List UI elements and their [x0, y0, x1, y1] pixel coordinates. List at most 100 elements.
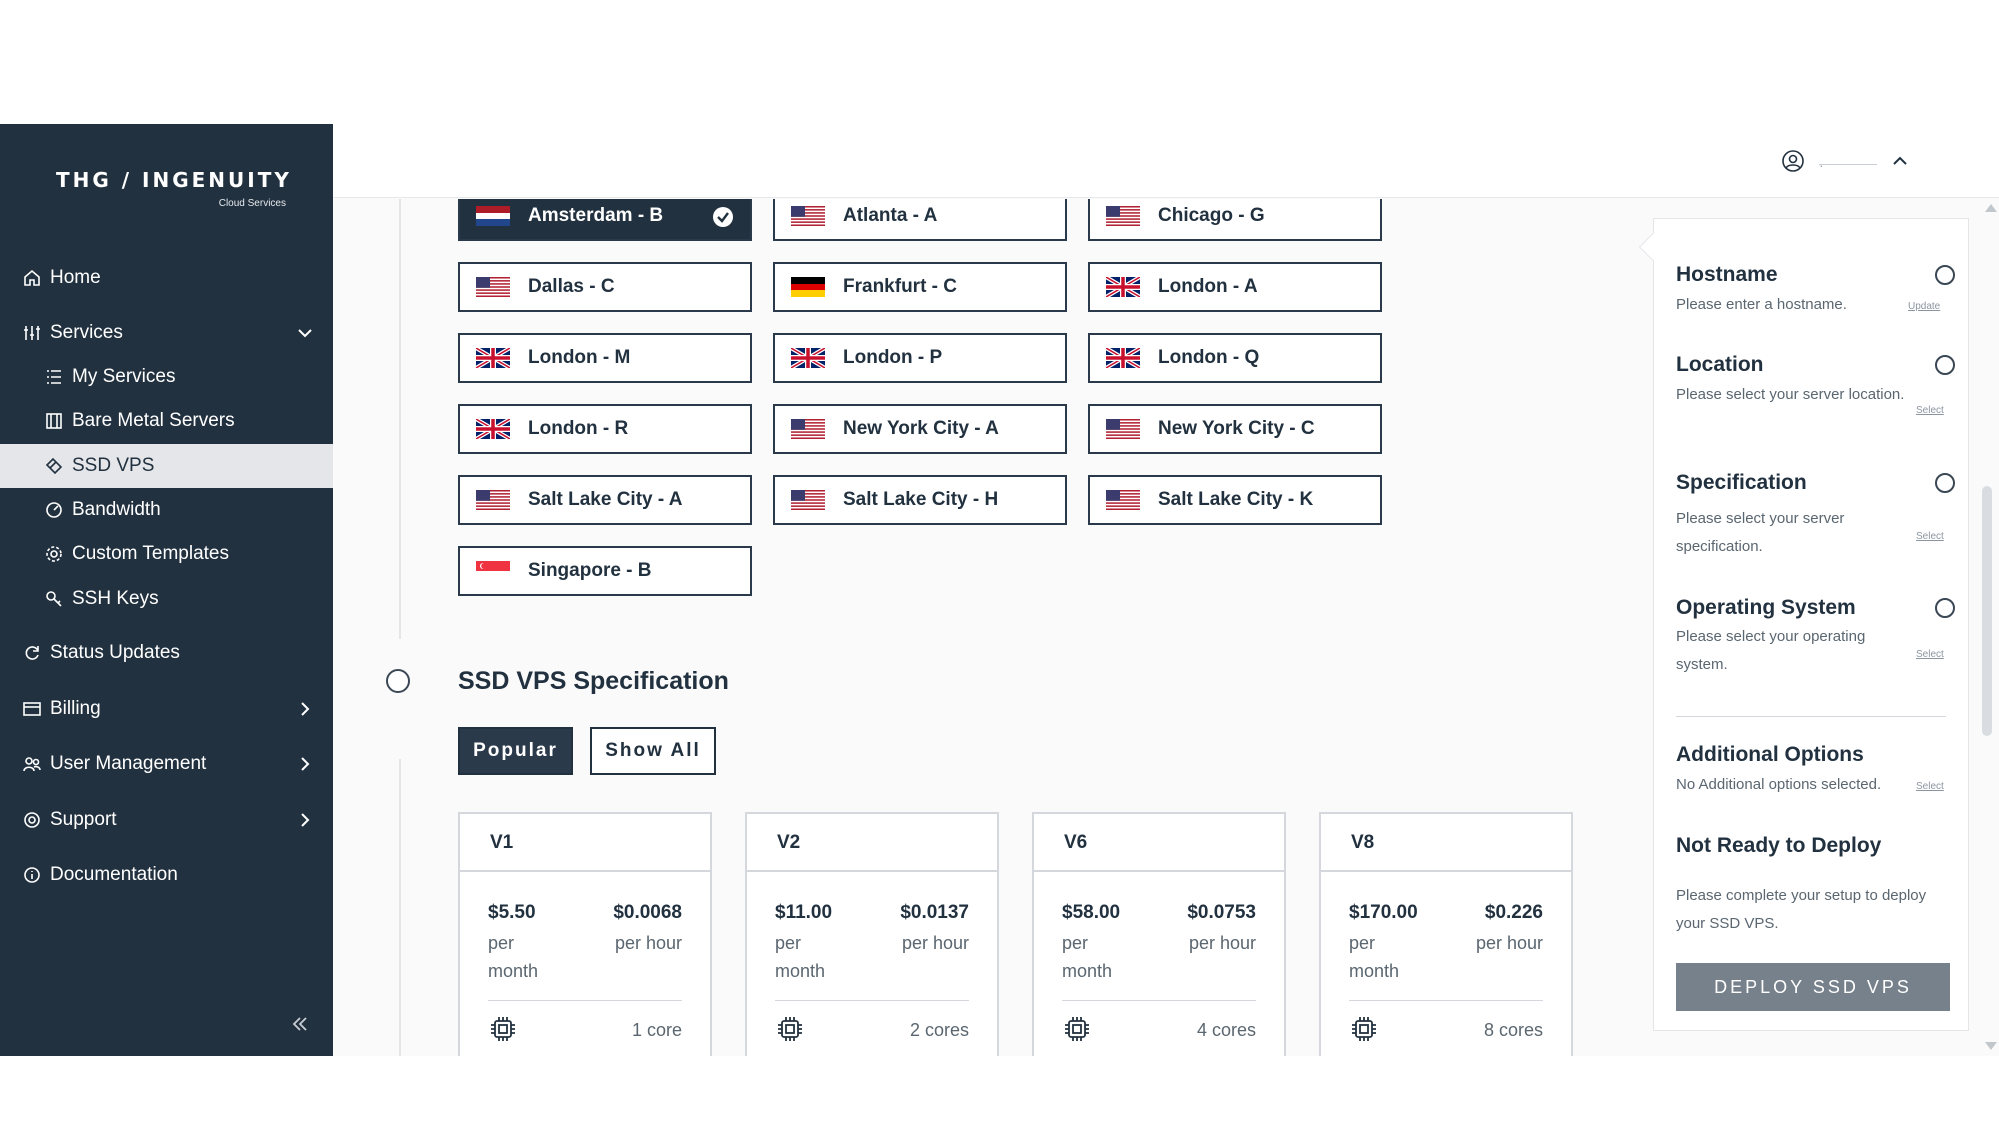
location-option[interactable]: Chicago - G — [1088, 199, 1382, 241]
panel-notch — [1638, 232, 1668, 262]
deploy-status-desc: Please complete your setup to deploy you… — [1676, 887, 1927, 932]
location-option[interactable]: Salt Lake City - A — [458, 475, 752, 525]
location-option[interactable]: London - Q — [1088, 333, 1382, 383]
location-label: London - M — [528, 347, 631, 368]
sidebar-item-billing[interactable]: Billing — [0, 687, 333, 731]
sidebar-item-label: Status Updates — [50, 642, 180, 663]
specification-select-link[interactable]: Select — [1916, 531, 1944, 542]
scroll-down-arrow[interactable] — [1985, 1042, 1997, 1050]
location-option[interactable]: Frankfurt - C — [773, 262, 1067, 312]
flag-nl-icon — [476, 206, 510, 226]
location-label: Atlanta - A — [843, 205, 938, 226]
location-option[interactable]: Singapore - B — [458, 546, 752, 596]
plan-hourly-price: $0.226 — [1484, 902, 1543, 923]
location-option[interactable]: Dallas - C — [458, 262, 752, 312]
sidebar: THG / INGENUITY Cloud Services Home Serv… — [0, 124, 333, 1056]
location-option[interactable]: London - M — [458, 333, 752, 383]
plan-monthly-price: $11.00 — [775, 902, 833, 923]
plan-monthly-unit-line2: month — [775, 961, 826, 981]
sidebar-item-label: Bandwidth — [72, 499, 161, 520]
scroll-thumb[interactable] — [1982, 486, 1992, 736]
sidebar-item-label: SSH Keys — [72, 588, 159, 609]
sidebar-item-label: Billing — [50, 698, 101, 719]
location-option[interactable]: Salt Lake City - H — [773, 475, 1067, 525]
deploy-button[interactable]: DEPLOY SSD VPS — [1676, 963, 1950, 1011]
location-option[interactable]: London - A — [1088, 262, 1382, 312]
plan-cores: 2 cores — [909, 1020, 969, 1040]
plan-card[interactable]: V2 $11.00 per month $0.0137 per hour 2 cores — [745, 812, 999, 1056]
brand-logo[interactable]: THG / INGENUITY Cloud Services — [56, 168, 289, 214]
sidebar-item-ssh-keys[interactable]: SSH Keys — [0, 577, 333, 621]
sidebar-item-label: Services — [50, 322, 123, 343]
location-status-radio[interactable] — [1935, 355, 1955, 375]
collapse-sidebar-button[interactable] — [288, 1012, 312, 1036]
plan-hourly-price: $0.0068 — [613, 902, 682, 923]
plan-cores: 1 core — [631, 1020, 682, 1040]
sidebar-item-support[interactable]: Support — [0, 798, 333, 842]
chevron-right-icon — [295, 699, 315, 719]
flag-gb-icon — [476, 419, 510, 439]
user-menu[interactable]: · — [1781, 146, 1909, 176]
os-status-radio[interactable] — [1935, 598, 1955, 618]
plan-card[interactable]: V1 $5.50 per month $0.0068 per hour 1 core — [458, 812, 712, 1056]
spec-step-radio[interactable] — [386, 669, 410, 693]
location-select-link[interactable]: Select — [1916, 405, 1944, 416]
flag-gb-icon — [1106, 277, 1140, 297]
plan-monthly-unit-line1: per — [1349, 933, 1376, 953]
specification-status-radio[interactable] — [1935, 473, 1955, 493]
scroll-up-arrow[interactable] — [1985, 204, 1997, 212]
plan-hourly-unit: per hour — [1188, 933, 1256, 953]
info-icon — [22, 865, 42, 885]
hostname-title: Hostname — [1676, 263, 1778, 286]
location-option[interactable]: Amsterdam - B — [458, 199, 752, 241]
sidebar-item-user-management[interactable]: User Management — [0, 742, 333, 786]
hostname-update-link[interactable]: Update — [1908, 301, 1940, 312]
sidebar-item-my-services[interactable]: My Services — [0, 355, 333, 399]
sidebar-item-bare-metal[interactable]: Bare Metal Servers — [0, 399, 333, 443]
os-title: Operating System — [1676, 596, 1856, 619]
sidebar-item-label: SSD VPS — [72, 455, 155, 476]
step-connector — [399, 199, 401, 639]
sidebar-item-bandwidth[interactable]: Bandwidth — [0, 488, 333, 532]
home-icon — [22, 268, 42, 288]
location-label: London - R — [528, 418, 629, 439]
plan-card[interactable]: V8 $170.00 per month $0.226 per hour 8 cores — [1319, 812, 1573, 1056]
tab-show-all[interactable]: Show All — [590, 727, 716, 775]
sidebar-item-custom-templates[interactable]: Custom Templates — [0, 532, 333, 576]
sidebar-item-services[interactable]: Services — [0, 311, 333, 355]
sidebar-item-home[interactable]: Home — [0, 256, 333, 300]
plan-card[interactable]: V6 $58.00 per month $0.0753 per hour 4 cores — [1032, 812, 1286, 1056]
plan-monthly-unit-line2: month — [1062, 961, 1113, 981]
location-option[interactable]: Salt Lake City - K — [1088, 475, 1382, 525]
flag-de-icon — [791, 277, 825, 297]
plan-monthly-unit-line1: per — [775, 933, 802, 953]
app-frame: THG / INGENUITY Cloud Services Home Serv… — [0, 124, 1999, 1056]
location-option[interactable]: Atlanta - A — [773, 199, 1067, 241]
additional-options-select-link[interactable]: Select — [1916, 781, 1944, 792]
os-select-link[interactable]: Select — [1916, 649, 1944, 660]
location-label: New York City - C — [1158, 418, 1315, 439]
plan-divider — [488, 1000, 682, 1001]
tab-popular[interactable]: Popular — [458, 727, 573, 775]
location-option[interactable]: London - R — [458, 404, 752, 454]
sidebar-item-documentation[interactable]: Documentation — [0, 853, 333, 897]
gauge-icon — [44, 500, 64, 520]
plan-name: V1 — [460, 814, 710, 872]
plan-cores: 4 cores — [1196, 1020, 1256, 1040]
plan-hourly-unit: per hour — [1475, 933, 1543, 953]
server-icon — [44, 411, 64, 431]
plan-hourly-price: $0.0137 — [900, 902, 969, 923]
location-option[interactable]: New York City - C — [1088, 404, 1382, 454]
plan-name: V8 — [1321, 814, 1571, 872]
chevron-right-icon — [295, 754, 315, 774]
deploy-status-title: Not Ready to Deploy — [1676, 834, 1882, 857]
location-desc: Please select your server location. — [1676, 386, 1905, 403]
sidebar-item-status-updates[interactable]: Status Updates — [0, 631, 333, 675]
sidebar-item-ssd-vps[interactable]: SSD VPS — [0, 444, 333, 488]
location-option[interactable]: New York City - A — [773, 404, 1067, 454]
plan-monthly-unit-line2: month — [1349, 961, 1400, 981]
hostname-status-radio[interactable] — [1935, 265, 1955, 285]
plan-hourly-price: $0.0753 — [1187, 902, 1256, 923]
location-option[interactable]: London - P — [773, 333, 1067, 383]
additional-options-title: Additional Options — [1676, 743, 1864, 766]
